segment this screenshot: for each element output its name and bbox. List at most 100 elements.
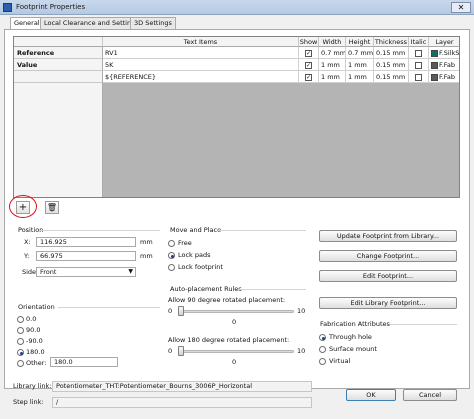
- cell-height[interactable]: 1 mm: [346, 71, 374, 83]
- side-value: Front: [40, 268, 57, 276]
- slider90-track[interactable]: [178, 310, 294, 313]
- cell-layer[interactable]: F.SilkS: [429, 47, 460, 59]
- cell-text[interactable]: 5K: [103, 59, 299, 71]
- surface-mount-radio[interactable]: [319, 346, 326, 353]
- group-divider: [58, 307, 160, 308]
- app-icon: [3, 3, 12, 12]
- move-place-group-title: Move and Place: [170, 226, 222, 234]
- cell-italic[interactable]: [409, 71, 429, 83]
- cell-layer[interactable]: F.Fab: [429, 59, 459, 71]
- layer-color-swatch: [431, 73, 438, 81]
- col-header-width[interactable]: Width: [319, 37, 346, 47]
- orientation-0-radio[interactable]: [17, 316, 24, 323]
- cell-height[interactable]: 0.7 mm: [346, 47, 374, 59]
- row-label-reference: Reference: [14, 47, 103, 59]
- col-header-italic[interactable]: Italic: [409, 37, 429, 47]
- slider90-value: 0: [232, 318, 237, 326]
- move-free-radio[interactable]: [168, 240, 175, 247]
- cell-thickness[interactable]: 0.15 mm: [374, 59, 409, 71]
- virtual-label: Virtual: [329, 357, 351, 365]
- col-header-layer[interactable]: Layer: [429, 37, 459, 47]
- cell-height[interactable]: 1 mm: [346, 59, 374, 71]
- tab-3d-settings[interactable]: 3D Settings: [130, 17, 176, 29]
- change-footprint-button[interactable]: Change Footprint...: [319, 250, 457, 262]
- lock-footprint-radio[interactable]: [168, 264, 175, 271]
- slider180-max: 10: [297, 347, 306, 355]
- cancel-button[interactable]: Cancel: [403, 389, 457, 401]
- step-link-field[interactable]: /: [52, 397, 312, 408]
- layer-name: F.SilkS: [439, 49, 460, 57]
- cell-thickness[interactable]: 0.15 mm: [374, 47, 409, 59]
- slider180-label: Allow 180 degree rotated placement:: [168, 336, 290, 344]
- edit-footprint-button[interactable]: Edit Footprint...: [319, 270, 457, 282]
- orientation-other-label: Other:: [26, 359, 47, 367]
- orientation-other-radio[interactable]: [17, 360, 24, 367]
- orientation-minus90-label: -90.0: [26, 337, 43, 345]
- row-label-column: [14, 83, 103, 197]
- row-label-user: [14, 71, 103, 83]
- slider90-thumb[interactable]: [178, 306, 184, 316]
- edit-library-footprint-button[interactable]: Edit Library Footprint...: [319, 297, 457, 309]
- add-field-button[interactable]: +: [16, 201, 30, 214]
- x-label: X:: [24, 238, 31, 246]
- tab-local-clearance[interactable]: Local Clearance and Settings: [40, 17, 143, 29]
- row-label-value: Value: [14, 59, 103, 71]
- cell-thickness[interactable]: 0.15 mm: [374, 71, 409, 83]
- cell-layer[interactable]: F.Fab: [429, 71, 459, 83]
- orientation-minus90-radio[interactable]: [17, 338, 24, 345]
- cell-text[interactable]: ${REFERENCE}: [103, 71, 299, 83]
- text-items-grid[interactable]: Text Items Show Width Height Thickness I…: [13, 36, 460, 198]
- x-position-input[interactable]: 116.925: [36, 237, 136, 247]
- slider180-thumb[interactable]: [178, 346, 184, 356]
- cell-show[interactable]: ✓: [299, 71, 319, 83]
- layer-name: F.Fab: [439, 61, 456, 69]
- library-link-field[interactable]: Potentiometer_THT:Potentiometer_Bourns_3…: [52, 381, 312, 392]
- lock-pads-radio[interactable]: [168, 252, 175, 259]
- ok-button[interactable]: OK: [346, 389, 396, 401]
- close-button[interactable]: ✕: [451, 2, 471, 13]
- show-checkbox[interactable]: ✓: [305, 73, 312, 81]
- col-header-text-items[interactable]: Text Items: [103, 37, 299, 47]
- col-header-thickness[interactable]: Thickness: [374, 37, 409, 47]
- layer-name: F.Fab: [439, 73, 456, 81]
- cell-width[interactable]: 0.7 mm: [319, 47, 346, 59]
- col-header-height[interactable]: Height: [346, 37, 374, 47]
- side-select[interactable]: Front ▼: [36, 267, 136, 277]
- y-label: Y:: [24, 252, 30, 260]
- update-footprint-button[interactable]: Update Footprint from Library...: [319, 230, 457, 242]
- chevron-down-icon: ▼: [128, 268, 133, 275]
- slider180-value: 0: [232, 358, 237, 366]
- through-hole-label: Through hole: [329, 333, 372, 341]
- delete-field-button[interactable]: 🗑: [45, 201, 59, 214]
- cell-italic[interactable]: [409, 59, 429, 71]
- orientation-group-title: Orientation: [18, 303, 55, 311]
- lock-pads-label: Lock pads: [178, 251, 211, 259]
- x-unit-label: mm: [140, 238, 153, 246]
- orientation-90-radio[interactable]: [17, 327, 24, 334]
- col-header-show[interactable]: Show: [299, 37, 319, 47]
- show-checkbox[interactable]: ✓: [305, 61, 312, 69]
- italic-checkbox[interactable]: [415, 49, 422, 57]
- cell-text[interactable]: RV1: [103, 47, 299, 59]
- cell-show[interactable]: ✓: [299, 59, 319, 71]
- cell-italic[interactable]: [409, 47, 429, 59]
- orientation-other-input[interactable]: 180.0: [50, 357, 118, 367]
- orientation-180-radio[interactable]: [17, 349, 24, 356]
- layer-color-swatch: [431, 49, 438, 57]
- slider90-max: 10: [297, 307, 306, 315]
- italic-checkbox[interactable]: [415, 61, 422, 69]
- cell-width[interactable]: 1 mm: [319, 59, 346, 71]
- slider180-min: 0: [168, 347, 173, 355]
- cell-show[interactable]: ✓: [299, 47, 319, 59]
- y-position-input[interactable]: 66.975: [36, 251, 136, 261]
- italic-checkbox[interactable]: [415, 73, 422, 81]
- through-hole-radio[interactable]: [319, 334, 326, 341]
- virtual-radio[interactable]: [319, 358, 326, 365]
- grid-corner: [14, 37, 103, 47]
- show-checkbox[interactable]: ✓: [305, 49, 312, 57]
- cell-width[interactable]: 1 mm: [319, 71, 346, 83]
- lock-footprint-label: Lock footprint: [178, 263, 223, 271]
- move-free-label: Free: [178, 239, 192, 247]
- slider90-label: Allow 90 degree rotated placement:: [168, 296, 286, 304]
- slider180-track[interactable]: [178, 350, 294, 353]
